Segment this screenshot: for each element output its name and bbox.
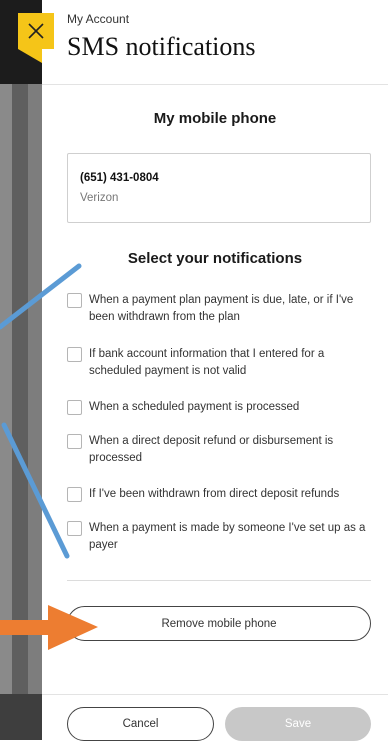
notifications-section-title: Select your notifications — [127, 250, 303, 267]
close-button[interactable] — [18, 13, 54, 49]
notification-label: If I've been withdrawn from direct depos… — [89, 488, 340, 500]
breadcrumb[interactable]: My Account — [67, 12, 129, 26]
phone-card: (651) 431-0804 Verizon — [67, 153, 371, 223]
checkbox[interactable] — [67, 521, 82, 536]
checkbox[interactable] — [67, 347, 82, 362]
notification-label: When a scheduled payment is processed — [89, 401, 300, 413]
notification-option-withdrawn-refunds[interactable]: If I've been withdrawn from direct depos… — [67, 486, 377, 503]
notification-option-bank-invalid[interactable]: If bank account information that I enter… — [67, 346, 377, 380]
phone-carrier: Verizon — [80, 192, 119, 204]
notification-label: When a payment plan payment is due, late… — [89, 294, 354, 323]
close-icon — [28, 23, 44, 39]
notification-label: When a payment is made by someone I've s… — [89, 522, 366, 551]
save-button[interactable]: Save — [225, 707, 371, 741]
sms-notifications-panel: My Account SMS notifications My mobile p… — [42, 0, 388, 741]
page-title: SMS notifications — [67, 32, 256, 61]
notification-option-scheduled-processed[interactable]: When a scheduled payment is processed — [67, 399, 377, 416]
checkbox[interactable] — [67, 434, 82, 449]
checkbox[interactable] — [67, 487, 82, 502]
panel-header: My Account SMS notifications — [42, 0, 388, 85]
notification-option-direct-deposit[interactable]: When a direct deposit refund or disburse… — [67, 433, 377, 467]
notification-option-payment-plan[interactable]: When a payment plan payment is due, late… — [67, 292, 377, 326]
panel-footer: Cancel Save — [42, 694, 388, 741]
remove-mobile-phone-button[interactable]: Remove mobile phone — [67, 606, 371, 641]
cancel-button[interactable]: Cancel — [67, 707, 214, 741]
background-page-bottom — [0, 694, 42, 740]
notification-label: When a direct deposit refund or disburse… — [89, 435, 334, 464]
checkbox[interactable] — [67, 293, 82, 308]
phone-section-title: My mobile phone — [153, 110, 277, 127]
notification-label: If bank account information that I enter… — [89, 348, 325, 377]
background-page-strip — [0, 0, 42, 740]
section-divider — [67, 580, 371, 581]
checkbox[interactable] — [67, 400, 82, 415]
phone-number: (651) 431-0804 — [80, 172, 159, 184]
notification-option-payer-payment[interactable]: When a payment is made by someone I've s… — [67, 520, 377, 554]
